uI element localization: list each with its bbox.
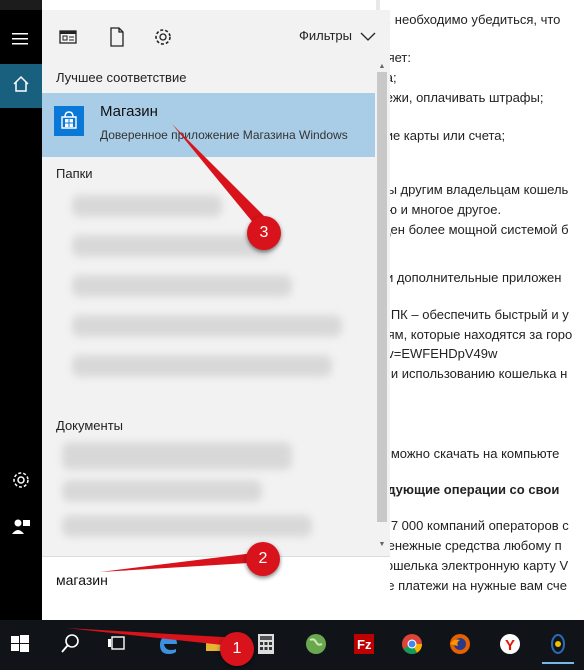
step-badge-2: 2: [246, 542, 280, 576]
globe-app-button[interactable]: [296, 624, 336, 664]
start-button[interactable]: [0, 624, 40, 664]
filezilla-icon: Fz: [354, 634, 374, 654]
results-scrollbar[interactable]: ▲ ▼: [376, 62, 388, 552]
doc-line: едующие операции со свои: [380, 482, 560, 497]
edge-button[interactable]: [148, 624, 188, 664]
globe-icon: [306, 634, 326, 654]
firefox-icon: [450, 634, 470, 654]
panel-toolbar: Фильтры: [42, 10, 390, 62]
home-icon: [13, 75, 29, 92]
calculator-icon: [258, 634, 274, 654]
doc-line: К, необходимо убедиться, что: [380, 12, 561, 27]
search-input[interactable]: магазин: [56, 572, 108, 588]
doc-line: ?v=EWFEHDpV49w: [380, 346, 498, 361]
chrome-button[interactable]: [392, 624, 432, 664]
scrollbar-thumb[interactable]: [377, 72, 387, 522]
window-corner: [0, 0, 42, 10]
search-box[interactable]: магазин: [42, 556, 390, 616]
best-match-result[interactable]: Магазин Доверенное приложение Магазина W…: [42, 93, 375, 157]
documents-header: Документы: [56, 418, 124, 433]
svg-text:Y: Y: [505, 637, 515, 654]
doc-line: кошелька электронную карту V: [380, 558, 569, 573]
apps-icon[interactable]: [58, 26, 80, 48]
doc-line: е и использованию кошелька н: [380, 366, 568, 381]
doc-line: о 7 000 компаний операторов с: [380, 518, 569, 533]
blurred-result: [72, 355, 332, 377]
edge-icon: [160, 636, 177, 654]
blurred-result: [72, 315, 342, 337]
filters-dropdown[interactable]: Фильтры: [299, 28, 376, 43]
doc-line: ию и многое другое.: [380, 202, 502, 217]
doc-line: ие платежи на нужные вам сче: [380, 578, 567, 593]
search-icon: [61, 634, 79, 653]
doc-line: кие карты или счета;: [380, 128, 506, 143]
hamburger-menu-button[interactable]: [0, 20, 42, 56]
doc-line: лям, которые находятся за горо: [380, 327, 573, 342]
task-view-button[interactable]: [98, 624, 138, 664]
filters-label: Фильтры: [298, 28, 352, 43]
yandex-browser-button[interactable]: Y: [490, 624, 530, 664]
taskbar: Fz Y: [0, 620, 584, 670]
folders-header: Папки: [56, 166, 93, 181]
running-app-button[interactable]: [538, 624, 578, 664]
search-results-panel: Фильтры Лучшее соответствие Магазин Дове…: [42, 10, 390, 616]
blurred-result: [72, 195, 222, 217]
yandex-icon: Y: [500, 634, 520, 654]
user-button[interactable]: [0, 506, 42, 546]
blurred-result: [62, 515, 312, 537]
blurred-result: [72, 275, 292, 297]
doc-line: денежные средства любому п: [380, 538, 562, 553]
home-button[interactable]: [0, 64, 42, 108]
gear-icon: [13, 472, 29, 488]
doc-line: ти дополнительные приложен: [380, 270, 562, 285]
start-menu-strip: [0, 0, 42, 620]
doc-line: щен более мощной системой б: [380, 222, 569, 237]
store-app-icon: [54, 106, 84, 136]
chevron-down-icon: [360, 32, 376, 41]
doc-line: а ПК – обеспечить быстрый и у: [380, 307, 569, 322]
best-match-header: Лучшее соответствие: [56, 70, 187, 85]
document-icon[interactable]: [106, 26, 128, 48]
gear-icon[interactable]: [152, 26, 174, 48]
app-icon: [551, 634, 565, 654]
scroll-down-icon[interactable]: ▼: [376, 540, 388, 550]
doc-line: ды другим владельцам кошель: [380, 182, 569, 197]
step-badge-3: 3: [247, 216, 281, 250]
search-button[interactable]: [50, 624, 90, 664]
firefox-button[interactable]: [440, 624, 480, 664]
blurred-result: [62, 480, 262, 502]
user-feedback-icon: [12, 519, 30, 534]
svg-text:Fz: Fz: [357, 637, 372, 652]
step-badge-1: 1: [220, 632, 254, 666]
best-match-subtitle: Доверенное приложение Магазина Windows: [100, 128, 348, 142]
doc-line: тежи, оплачивать штрафы;: [380, 90, 544, 105]
hamburger-icon: [12, 33, 28, 45]
blurred-result: [62, 442, 292, 470]
best-match-title: Магазин: [100, 103, 158, 120]
blurred-result: [72, 235, 272, 257]
task-view-icon: [108, 636, 125, 650]
doc-line: 8 можно скачать на компьюте: [380, 446, 560, 461]
scroll-up-icon[interactable]: ▲: [376, 62, 388, 72]
windows-logo-icon: [11, 635, 29, 652]
chrome-icon: [402, 634, 423, 655]
settings-button[interactable]: [0, 460, 42, 500]
filezilla-button[interactable]: Fz: [344, 624, 384, 664]
